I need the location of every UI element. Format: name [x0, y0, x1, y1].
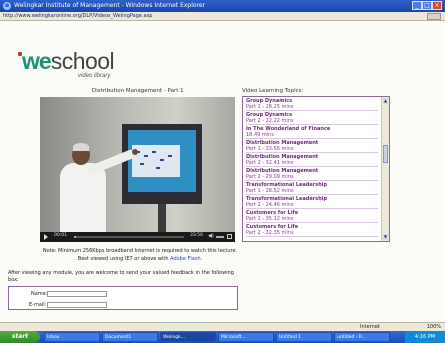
- topic-part[interactable]: Part 1 - 33.56 mins: [246, 146, 294, 152]
- adobe-flash-link[interactable]: Adobe Flash.: [170, 256, 202, 262]
- logo-mark: [18, 52, 22, 56]
- topic-item[interactable]: Customers for Life Part 2 - 32.35 mins: [246, 223, 378, 237]
- note-line-2-text: Best viewed using IE7 or above with: [77, 256, 171, 262]
- go-button[interactable]: [427, 13, 441, 20]
- browser-window: e Welingkar Institute of Management - Wi…: [0, 0, 445, 343]
- feedback-text: After viewing any module, you are welcom…: [8, 270, 234, 283]
- logo-school: school: [50, 48, 115, 74]
- topic-item[interactable]: In The Wonderland of Finance 18.49 mins: [246, 125, 378, 139]
- topic-part[interactable]: Part 2 - 32.41 mins: [246, 160, 294, 166]
- note-line-2: Best viewed using IE7 or above with Adob…: [40, 255, 240, 263]
- logo-subtitle: video library: [78, 73, 111, 79]
- slide-mark: [144, 155, 148, 157]
- presenter-hair: [73, 143, 89, 151]
- topic-part[interactable]: Part 2 - 24.46 mins: [246, 202, 294, 208]
- topic-part[interactable]: 18.49 mins: [246, 132, 274, 138]
- topic-part[interactable]: Part 1 - 28.52 mins: [246, 188, 294, 194]
- address-bar[interactable]: http://www.welingkaronline.org/DLP/Video…: [0, 12, 445, 21]
- name-field[interactable]: [47, 291, 107, 297]
- seek-progress: [74, 236, 77, 238]
- topics-scrollbar[interactable]: ▲ ▼: [381, 97, 389, 241]
- volume-slider[interactable]: [216, 236, 224, 238]
- taskbar-button[interactable]: Welingk...: [160, 332, 216, 342]
- window-title: Welingkar Institute of Management - Wind…: [14, 2, 206, 9]
- fullscreen-icon[interactable]: [227, 234, 232, 239]
- requirements-note: Note: Minimum 256Kbps broadband Internet…: [40, 247, 240, 263]
- topic-part[interactable]: Part 2 - 29.09 mins: [246, 174, 294, 180]
- topic-item[interactable]: Distribution Management Part 2 - 32.41 mi…: [246, 153, 378, 167]
- taskbar-button[interactable]: Untitled 1: [276, 332, 332, 342]
- address-url[interactable]: http://www.welingkaronline.org/DLP/Video…: [3, 13, 152, 19]
- topics-list-box: Group Dynamics Part 1 - 28.25 mins Group D…: [242, 96, 390, 242]
- video-player[interactable]: 00:01 33:56 ◀): [40, 97, 235, 242]
- topic-item[interactable]: Transformational Leadership Part 2 - 24.4…: [246, 195, 378, 209]
- taskbar-button[interactable]: Inbox: [44, 332, 100, 342]
- video-controls: 00:01 33:56 ◀): [40, 232, 235, 242]
- topic-item[interactable]: Group Dynamics Part 1 - 28.25 mins: [246, 97, 378, 111]
- topics-heading: Video Learning Topics:: [242, 88, 304, 94]
- volume-icon[interactable]: ◀): [208, 233, 214, 239]
- topic-item[interactable]: Transformational Leadership Part 1 - 28.5…: [246, 181, 378, 195]
- scroll-up-icon[interactable]: ▲: [383, 98, 388, 104]
- start-button[interactable]: start: [0, 331, 40, 343]
- slide-mark: [156, 167, 160, 169]
- slide-image: [132, 145, 180, 177]
- slide-mark: [152, 151, 156, 153]
- name-label: Name:: [31, 291, 48, 297]
- topic-item[interactable]: Distribution Management Part 2 - 29.09 mi…: [246, 167, 378, 181]
- taskbar: start Inbox Document1 Welingk... Microsoft.…: [0, 331, 445, 343]
- weschool-logo: weschool video library: [18, 48, 115, 79]
- topic-part[interactable]: Part 1 - 28.25 mins: [246, 104, 294, 110]
- slide-mark: [168, 155, 172, 157]
- slide-mark: [160, 159, 164, 161]
- title-bar: e Welingkar Institute of Management - Wi…: [0, 0, 445, 12]
- seek-bar[interactable]: [74, 236, 184, 238]
- email-label: E-mail:: [29, 302, 47, 308]
- email-field[interactable]: [47, 302, 107, 308]
- topic-item[interactable]: Distribution Management Part 1 - 33.56 mi…: [246, 139, 378, 153]
- topic-item[interactable]: Group Dynamics Part 2 - 22.22 mins: [246, 111, 378, 125]
- current-time: 00:01: [54, 233, 67, 238]
- minimize-button[interactable]: _: [412, 1, 422, 10]
- note-line-1: Note: Minimum 256Kbps broadband Internet…: [42, 248, 238, 254]
- presenter: [60, 163, 106, 232]
- video-title: Distribution Management - Part 1: [92, 88, 184, 94]
- maximize-button[interactable]: □: [422, 1, 432, 10]
- screen-stand: [158, 204, 166, 232]
- play-icon[interactable]: [44, 234, 48, 240]
- presenter-hand: [132, 149, 138, 155]
- taskbar-button[interactable]: untitled - P...: [334, 332, 390, 342]
- topic-part[interactable]: Part 1 - 35.12 mins: [246, 216, 294, 222]
- taskbar-button[interactable]: Microsoft...: [218, 332, 274, 342]
- logo-we: we: [22, 48, 52, 74]
- topic-item[interactable]: Customers for Life Part 1 - 35.12 mins: [246, 209, 378, 223]
- slide-mark: [140, 163, 144, 165]
- ie-icon: e: [3, 2, 11, 10]
- close-button[interactable]: ×: [432, 1, 442, 10]
- topic-part[interactable]: Part 2 - 32.35 mins: [246, 230, 294, 236]
- total-time: 33:56: [190, 233, 203, 238]
- scroll-thumb[interactable]: [383, 145, 388, 163]
- system-clock: 4:16 PM: [405, 331, 445, 343]
- topics-list: Group Dynamics Part 1 - 28.25 mins Group D…: [246, 97, 378, 237]
- scroll-down-icon[interactable]: ▼: [383, 234, 388, 240]
- taskbar-button[interactable]: Document1: [102, 332, 158, 342]
- topic-part[interactable]: Part 2 - 22.22 mins: [246, 118, 294, 124]
- feedback-form: Name: E-mail:: [8, 286, 238, 310]
